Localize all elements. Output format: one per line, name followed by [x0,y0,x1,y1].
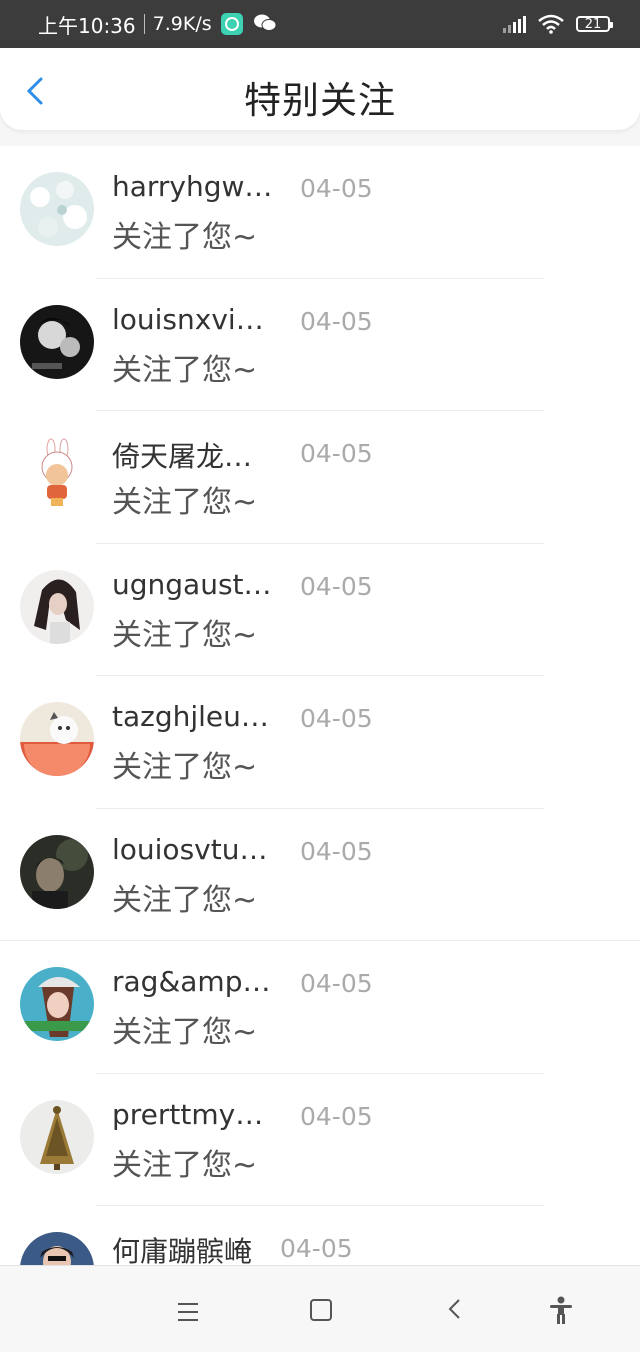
item-date: 04-05 [300,1101,373,1131]
accessibility-icon[interactable] [548,1296,574,1324]
battery-level: 21 [584,16,602,32]
status-separator [143,14,145,34]
user-name[interactable]: louisnxvi… [112,303,264,336]
nav-back-icon[interactable] [447,1298,463,1320]
item-date: 04-05 [300,969,373,998]
item-date: 04-05 [300,306,373,336]
list-item[interactable]: tazghjleu… 04-05 关注了您~ [0,676,640,809]
item-message: 关注了您~ [112,352,258,388]
user-name[interactable]: louiosvtu… [112,833,267,866]
user-name[interactable]: prerttmy… [112,1098,263,1131]
page-title: 特别关注 [244,79,396,122]
home-icon[interactable] [310,1299,332,1321]
wifi-icon [538,14,564,34]
item-message: 关注了您~ [112,1015,258,1050]
list-item[interactable]: harryhgw… 04-05 关注了您~ [0,146,640,279]
user-name[interactable]: harryhgw… [112,170,272,203]
menu-icon[interactable] [178,1303,198,1327]
avatar[interactable] [20,967,94,1041]
list-item[interactable]: louisnxvi… 04-05 关注了您~ [0,279,640,411]
wechat-icon [253,13,277,36]
user-name[interactable]: 倚天屠龙… [112,435,252,475]
avatar[interactable] [20,304,94,379]
avatar[interactable] [20,1232,94,1265]
battery-icon: 21 [576,16,613,32]
user-name[interactable]: tazghjleu… [112,700,269,733]
item-date: 04-05 [300,439,373,468]
avatar[interactable] [20,702,94,776]
user-name[interactable]: 何庸蹦髌崦 [112,1230,252,1265]
item-message: 关注了您~ [112,220,258,255]
item-message: 关注了您~ [112,750,258,785]
item-date: 04-05 [300,704,373,733]
item-message: 关注了您~ [112,882,258,918]
item-date: 04-05 [300,836,373,866]
status-time: 上午10:36 [38,13,136,38]
network-speed: 7.9K/s [152,13,212,35]
header: 特别关注 [0,48,640,130]
list-item[interactable]: 倚天屠龙… 04-05 关注了您~ [0,411,640,544]
follow-list[interactable]: harryhgw… 04-05 关注了您~ louisnxvi… 04-05 关… [0,146,640,1265]
avatar[interactable] [20,437,94,511]
avatar[interactable] [20,569,94,644]
list-item[interactable]: ugngaust… 04-05 关注了您~ [0,544,640,676]
user-name[interactable]: rag&amp… [112,965,270,998]
list-item[interactable]: 何庸蹦髌崦 04-05 [0,1206,640,1265]
avatar[interactable] [20,172,94,246]
item-message: 关注了您~ [112,1147,258,1183]
signal-icon [503,15,526,33]
list-item[interactable]: rag&amp… 04-05 关注了您~ [0,941,640,1074]
app-notification-icon [220,13,243,35]
list-item[interactable]: louiosvtu… 04-05 关注了您~ [0,809,640,941]
item-message: 关注了您~ [112,485,258,520]
item-message: 关注了您~ [112,617,258,653]
system-nav-bar [0,1265,640,1352]
item-date: 04-05 [300,571,373,601]
status-bar: 上午10:36 7.9K/s 21 [0,0,640,48]
item-date: 04-05 [280,1234,353,1263]
item-date: 04-05 [300,174,373,203]
avatar[interactable] [20,834,94,909]
avatar[interactable] [20,1099,94,1174]
user-name[interactable]: ugngaust… [112,568,272,601]
list-item[interactable]: prerttmy… 04-05 关注了您~ [0,1074,640,1206]
